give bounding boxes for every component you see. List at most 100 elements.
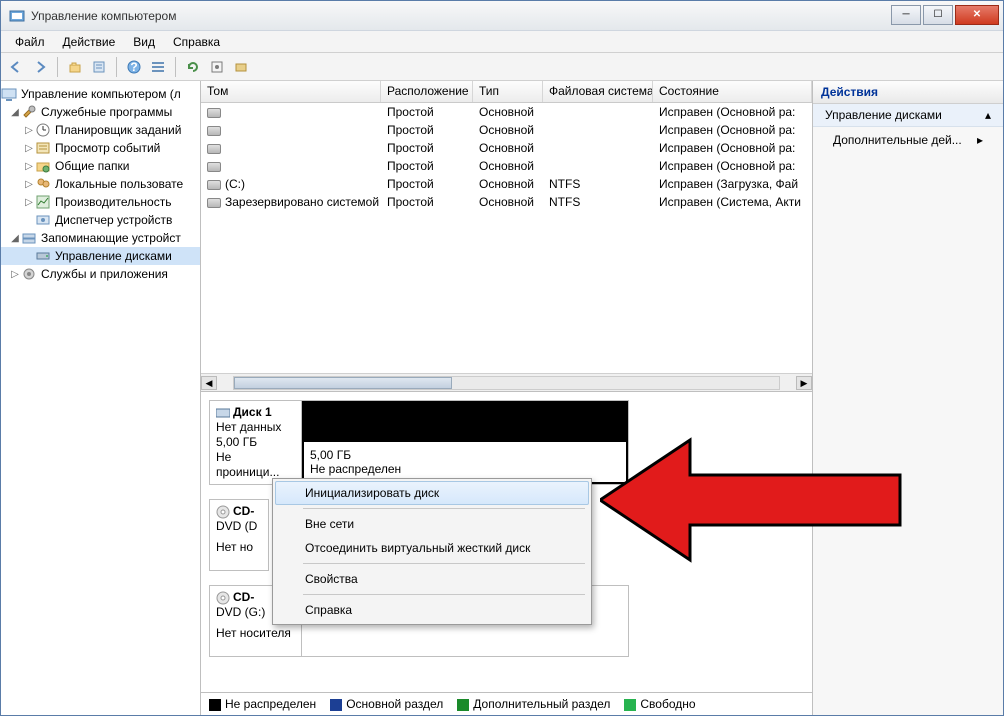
col-volume[interactable]: Том — [201, 81, 381, 102]
swatch-unalloc — [209, 699, 221, 711]
volume-row[interactable]: Простой Основной Исправен (Основной ра: — [201, 157, 812, 175]
computer-icon — [1, 86, 17, 102]
tree: Управление компьютером (л ◢ Служебные пр… — [1, 81, 200, 287]
tree-disk-management[interactable]: Управление дисками — [1, 247, 200, 265]
maximize-button[interactable]: ☐ — [923, 5, 953, 25]
device-icon — [35, 212, 51, 228]
tree-event-viewer[interactable]: ▷ Просмотр событий — [1, 139, 200, 157]
drive-icon — [207, 144, 221, 154]
menubar: Файл Действие Вид Справка — [1, 31, 1003, 53]
collapse-icon[interactable]: ◢ — [9, 107, 21, 118]
window-title: Управление компьютером — [31, 9, 889, 23]
context-menu: Инициализировать диск Вне сети Отсоедини… — [272, 478, 592, 625]
swatch-primary — [330, 699, 342, 711]
col-layout[interactable]: Расположение — [381, 81, 473, 102]
menu-help[interactable]: Справка — [165, 33, 228, 51]
action-more[interactable]: Дополнительные дей... ▸ — [813, 127, 1003, 153]
legend-free: Свободно — [624, 697, 695, 711]
legend-unallocated: Не распределен — [209, 697, 316, 711]
users-icon — [35, 176, 51, 192]
scroll-track[interactable] — [233, 376, 780, 390]
tree-root[interactable]: Управление компьютером (л — [1, 85, 200, 103]
cm-initialize-disk[interactable]: Инициализировать диск — [275, 481, 589, 505]
clock-icon — [35, 122, 51, 138]
expand-icon[interactable]: ▷ — [23, 179, 35, 190]
minimize-button[interactable]: ─ — [891, 5, 921, 25]
cm-properties[interactable]: Свойства — [275, 567, 589, 591]
services-icon — [21, 266, 37, 282]
cd-icon — [216, 505, 230, 519]
tree-shared-folders[interactable]: ▷ Общие папки — [1, 157, 200, 175]
app-icon — [9, 8, 25, 24]
actions-pane: Действия Управление дисками ▴ Дополнител… — [813, 81, 1003, 715]
list-view-button[interactable] — [147, 56, 169, 78]
scroll-right-button[interactable]: ▶ — [796, 376, 812, 390]
toolbar-sep-3 — [175, 57, 176, 77]
tree-performance[interactable]: ▷ Производительность — [1, 193, 200, 211]
collapse-icon[interactable]: ◢ — [9, 233, 21, 244]
disk1-partitions: 5,00 ГБ Не распределен — [302, 401, 628, 484]
col-type[interactable]: Тип — [473, 81, 543, 102]
disk-icon — [216, 407, 230, 419]
volume-row[interactable]: (C:) Простой Основной NTFS Исправен (Заг… — [201, 175, 812, 193]
drive-icon — [207, 180, 221, 190]
titlebar[interactable]: Управление компьютером ─ ☐ ✕ — [1, 1, 1003, 31]
drive-icon — [207, 126, 221, 136]
col-filesystem[interactable]: Файловая система — [543, 81, 653, 102]
disk-info-cd1: CD- DVD (D Нет но — [210, 500, 268, 570]
up-button[interactable] — [64, 56, 86, 78]
volume-hscroll[interactable]: ◀ ▶ — [201, 373, 812, 391]
cm-offline[interactable]: Вне сети — [275, 512, 589, 536]
tree-storage[interactable]: ◢ Запоминающие устройст — [1, 229, 200, 247]
disk-row-cd1[interactable]: CD- DVD (D Нет но — [209, 499, 269, 571]
expand-icon[interactable]: ▷ — [23, 143, 35, 154]
scroll-left-button[interactable]: ◀ — [201, 376, 217, 390]
scroll-thumb[interactable] — [234, 377, 452, 389]
toolbar: ? — [1, 53, 1003, 81]
tools-icon — [21, 104, 37, 120]
toolbar-sep-2 — [116, 57, 117, 77]
properties-button[interactable] — [88, 56, 110, 78]
volume-list: Простой Основной Исправен (Основной ра: … — [201, 103, 812, 373]
cm-help[interactable]: Справка — [275, 598, 589, 622]
volume-row[interactable]: Простой Основной Исправен (Основной ра: — [201, 139, 812, 157]
chevron-right-icon: ▸ — [977, 133, 983, 147]
expand-icon[interactable]: ▷ — [23, 197, 35, 208]
menu-view[interactable]: Вид — [125, 33, 163, 51]
expand-icon[interactable]: ▷ — [9, 269, 21, 280]
menu-file[interactable]: Файл — [7, 33, 53, 51]
svg-text:?: ? — [130, 60, 137, 74]
toolbar-sep-1 — [57, 57, 58, 77]
volume-row[interactable]: Простой Основной Исправен (Основной ра: — [201, 103, 812, 121]
actions-section-diskmgmt[interactable]: Управление дисками ▴ — [813, 104, 1003, 127]
help-button[interactable]: ? — [123, 56, 145, 78]
legend: Не распределен Основной раздел Дополните… — [201, 692, 812, 715]
tree-device-manager[interactable]: Диспетчер устройств — [1, 211, 200, 229]
tree-pane: Управление компьютером (л ◢ Служебные пр… — [1, 81, 201, 715]
swatch-extended — [457, 699, 469, 711]
extra-button[interactable] — [230, 56, 252, 78]
volume-row[interactable]: Зарезервировано системой Простой Основно… — [201, 193, 812, 211]
cm-detach-vhd[interactable]: Отсоединить виртуальный жесткий диск — [275, 536, 589, 560]
tree-system-tools[interactable]: ◢ Служебные программы — [1, 103, 200, 121]
actions-header: Действия — [813, 81, 1003, 104]
col-status[interactable]: Состояние — [653, 81, 812, 102]
volume-row[interactable]: Простой Основной Исправен (Основной ра: — [201, 121, 812, 139]
expand-icon[interactable]: ▷ — [23, 125, 35, 136]
cd-icon — [216, 591, 230, 605]
performance-icon — [35, 194, 51, 210]
settings-button[interactable] — [206, 56, 228, 78]
menu-action[interactable]: Действие — [55, 33, 124, 51]
tree-task-scheduler[interactable]: ▷ Планировщик заданий — [1, 121, 200, 139]
expand-icon[interactable]: ▷ — [23, 161, 35, 172]
tree-local-users[interactable]: ▷ Локальные пользовате — [1, 175, 200, 193]
close-button[interactable]: ✕ — [955, 5, 999, 25]
legend-primary: Основной раздел — [330, 697, 443, 711]
back-button[interactable] — [5, 56, 27, 78]
forward-button[interactable] — [29, 56, 51, 78]
partition-unallocated[interactable]: 5,00 ГБ Не распределен — [302, 401, 628, 484]
tree-services-apps[interactable]: ▷ Службы и приложения — [1, 265, 200, 283]
swatch-free — [624, 699, 636, 711]
refresh-button[interactable] — [182, 56, 204, 78]
disk-row-disk1[interactable]: Диск 1 Нет данных 5,00 ГБ Не проиници...… — [209, 400, 629, 485]
